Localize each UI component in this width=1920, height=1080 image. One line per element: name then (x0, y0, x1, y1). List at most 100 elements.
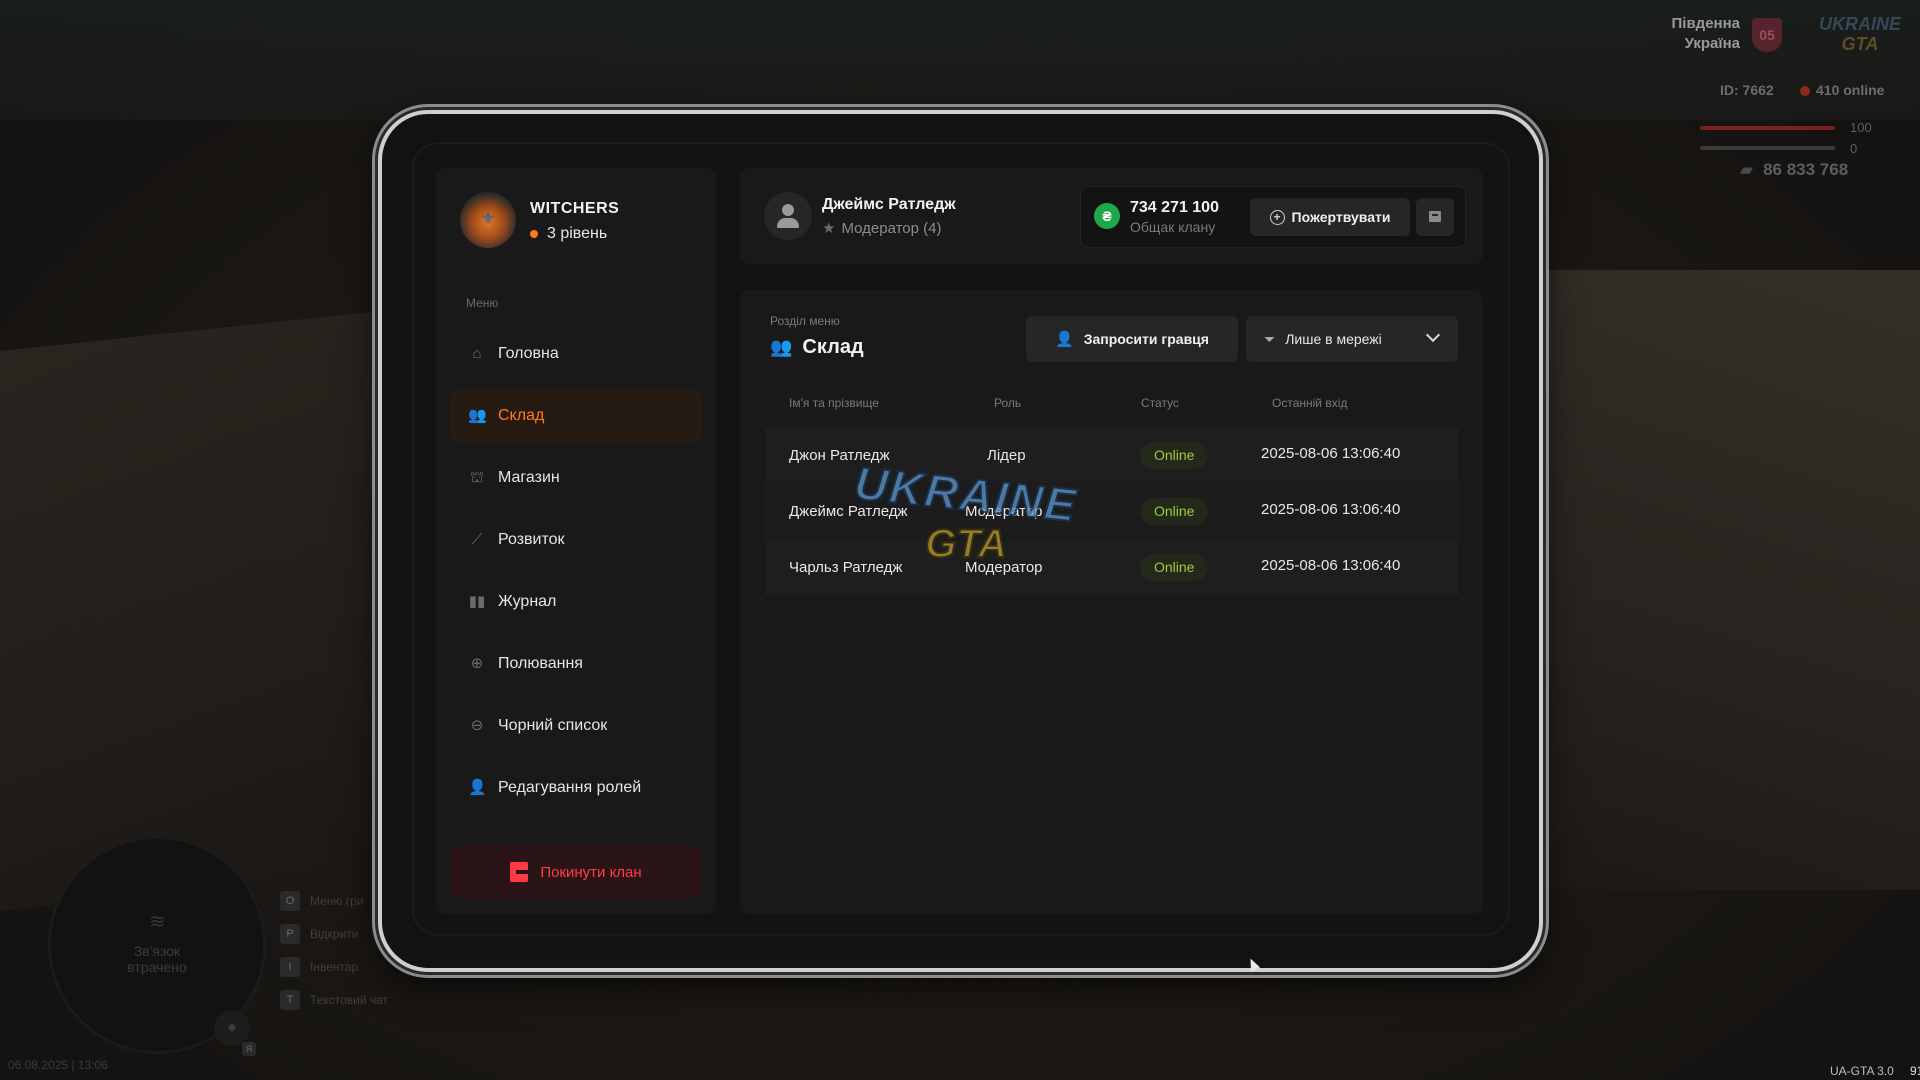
hint-label: Текстовий чат (310, 992, 389, 1007)
sidebar-item-home[interactable]: ⌂ Головна (450, 328, 702, 380)
invite-player-button[interactable]: 👤 Запросити гравця (1026, 316, 1238, 362)
hint-label: Відкрити (310, 926, 359, 941)
status-badge: Online (1140, 442, 1209, 469)
donate-label: Пожертвувати (1291, 209, 1391, 225)
star-icon: ★ (822, 220, 836, 237)
minimap-status-line2: втрачено (127, 959, 187, 975)
hint-key: T (280, 989, 300, 1010)
sidebar-item-label: Розвиток (498, 531, 565, 548)
hud-money: 86 833 768 (1740, 160, 1848, 180)
hint-label: Інвентар (310, 959, 359, 974)
user-role: ★ Модератор (4) (822, 219, 941, 237)
background-left (0, 308, 400, 912)
table-row[interactable]: Джон Ратледж Лідер Online 2025-08-06 13:… (765, 428, 1459, 484)
column-header-status: Статус (1141, 396, 1179, 410)
sidebar-item-blacklist[interactable]: ⊖ Чорний список (450, 700, 702, 752)
filter-icon: ⏷ (1264, 330, 1276, 347)
sidebar-item-label: Редагування ролей (498, 779, 642, 796)
sidebar-item-roster[interactable]: 👥 Склад (450, 390, 702, 442)
hud-player-id: ID: 7662 (1720, 82, 1774, 98)
sidebar-item-development[interactable]: ⟋ Розвиток (450, 514, 702, 566)
table-header: Ім'я та прізвище Роль Статус Останній вх… (789, 396, 1459, 414)
hint-key: O (280, 890, 300, 911)
exit-icon (510, 862, 529, 882)
sidebar-menu: ⌂ Головна 👥 Склад ⛫ Магазин ⟋ Розвиток ▮▮ Жур… (450, 328, 702, 824)
member-name: Джон Ратледж (789, 447, 890, 464)
sidebar-item-shop[interactable]: ⛫ Магазин (450, 452, 702, 504)
minimap-status-line1: Зв'язок (133, 943, 181, 959)
sidebar-item-label: Журнал (498, 593, 557, 610)
hint-item: P Відкрити (280, 917, 388, 950)
game-version-extra: 91 (1910, 1064, 1920, 1078)
member-last-login: 2025-08-06 13:06:40 (1261, 445, 1401, 462)
member-role: Лідер (987, 447, 1026, 464)
blocked-icon: ⊖ (470, 717, 484, 734)
user-role-label: Модератор (4) (841, 220, 942, 237)
book-icon: ▮▮ (468, 593, 486, 610)
status-badge: Online (1140, 498, 1209, 525)
column-header-last-login: Останній вхід (1272, 396, 1348, 410)
menu-caption: Меню (466, 296, 499, 310)
page-title: 👥 Склад (770, 336, 864, 359)
crosshair-icon: ⊕ (470, 655, 484, 672)
microphone-icon: ● (214, 1010, 250, 1046)
clan-name: WITCHERS (530, 200, 620, 217)
hint-label: Меню гри (310, 893, 364, 908)
hud-logo: UKRAINE GTA (1818, 14, 1902, 58)
hud-armor-value: 0 (1850, 141, 1858, 156)
chevron-down-icon (1425, 327, 1441, 343)
hint-key: I (280, 956, 300, 977)
hint-item: T Текстовий чат (280, 983, 388, 1016)
background-right (1540, 270, 1920, 890)
user-name: Джеймс Ратледж (822, 196, 956, 213)
hud-health-value: 100 (1850, 120, 1872, 135)
background-top (0, 0, 1920, 120)
archive-button[interactable] (1416, 198, 1454, 236)
hud-logo-top: UKRAINE (1818, 14, 1901, 34)
member-name: Джеймс Ратледж (789, 503, 908, 520)
online-filter-select[interactable]: ⏷ Лише в мережі (1246, 316, 1458, 362)
plus-circle-icon: + (1269, 209, 1285, 225)
page-title-label: Склад (802, 336, 864, 358)
minimap-status: Зв'язок втрачено (51, 943, 263, 975)
section-caption: Розділ меню (770, 314, 840, 328)
avatar (764, 192, 812, 240)
balance-caption: Общак клану (1130, 219, 1216, 235)
member-role: Модератор (965, 559, 1043, 576)
chart-icon: ⟋ (471, 531, 483, 548)
leave-clan-button[interactable]: Покинути клан (450, 846, 702, 898)
keybind-hints: O Меню гри P Відкрити I Інвентар T Текстовий… (280, 884, 388, 1016)
column-header-role: Роль (994, 396, 1022, 410)
members-table: Джон Ратледж Лідер Online 2025-08-06 13:… (765, 428, 1459, 596)
hud-health-bar (1700, 126, 1835, 130)
sidebar-item-hunting[interactable]: ⊕ Полювання (450, 638, 702, 690)
sidebar-item-label: Полювання (498, 655, 583, 672)
donate-button[interactable]: + Пожертвувати (1250, 198, 1410, 236)
people-icon: 👥 (770, 337, 793, 357)
hud-region-badge: 05 (1752, 18, 1782, 52)
sidebar-item-journal[interactable]: ▮▮ Журнал (450, 576, 702, 628)
table-row[interactable]: Чарльз Ратледж Модератор Online 2025-08-… (765, 540, 1459, 596)
level-dot-icon (530, 230, 538, 238)
hint-key: P (280, 923, 300, 944)
game-version: UA-GTA 3.0 (1830, 1064, 1894, 1078)
hud-logo-bottom: GTA (1841, 34, 1879, 54)
table-row[interactable]: Джеймс Ратледж Модератор Online 2025-08-… (765, 484, 1459, 540)
hud-online-count: 410 online (1800, 82, 1884, 98)
people-icon: 👥 (468, 407, 487, 424)
hud-datetime: 06.08.2025 | 13:06 (8, 1058, 108, 1072)
member-last-login: 2025-08-06 13:06:40 (1261, 501, 1401, 518)
sidebar-item-roles[interactable]: 👤 Редагування ролей (450, 762, 702, 814)
status-badge: Online (1140, 554, 1209, 581)
filter-value: Лише в мережі (1285, 331, 1382, 347)
invite-label: Запросити гравця (1083, 331, 1209, 347)
hud-armor-bar (1700, 146, 1835, 150)
hud-region: Південна Україна (1640, 14, 1741, 54)
user-plus-icon: 👤 (1055, 331, 1074, 348)
balance-value: 734 271 100 (1130, 199, 1219, 216)
hud-region-line2: Україна (1684, 35, 1740, 52)
mic-key-badge: Я (242, 1042, 256, 1056)
clan-logo: ⚜ (460, 192, 516, 248)
user-edit-icon: 👤 (468, 779, 487, 796)
hud-region-line1: Південна (1671, 15, 1741, 32)
